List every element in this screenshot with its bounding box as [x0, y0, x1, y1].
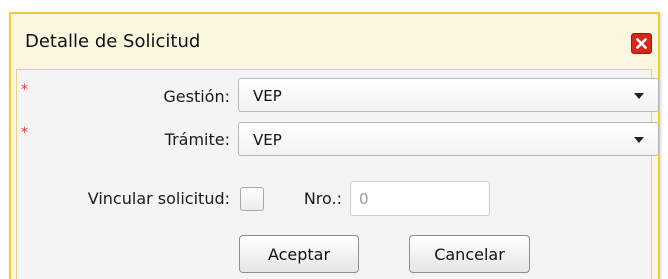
tramite-value: VEP — [253, 131, 282, 149]
chevron-down-icon — [634, 137, 644, 143]
gestion-label: Gestión: — [163, 87, 230, 106]
chevron-down-icon — [634, 93, 644, 99]
close-icon — [636, 38, 647, 49]
tramite-select[interactable]: VEP — [238, 122, 659, 156]
dialog-body: * Gestión: VEP * Trámite: VEP Vincular s… — [16, 69, 659, 279]
dialog-title: Detalle de Solicitud — [25, 31, 201, 52]
vincular-checkbox[interactable] — [240, 187, 264, 211]
gestion-select[interactable]: VEP — [238, 78, 659, 112]
nro-label: Nro.: — [303, 189, 342, 208]
required-marker: * — [21, 82, 28, 98]
aceptar-button[interactable]: Aceptar — [239, 235, 359, 273]
dialog-titlebar[interactable]: Detalle de Solicitud — [11, 14, 658, 69]
cancelar-button[interactable]: Cancelar — [409, 235, 530, 273]
required-marker: * — [21, 125, 28, 141]
vincular-label: Vincular solicitud: — [87, 189, 230, 208]
gestion-value: VEP — [253, 87, 282, 105]
nro-input[interactable]: 0 — [350, 181, 490, 216]
solicitud-dialog: Detalle de Solicitud * Gestión: VEP * Tr… — [9, 12, 660, 279]
nro-value: 0 — [359, 190, 369, 208]
tramite-label: Trámite: — [164, 130, 230, 149]
close-button[interactable] — [631, 33, 652, 54]
